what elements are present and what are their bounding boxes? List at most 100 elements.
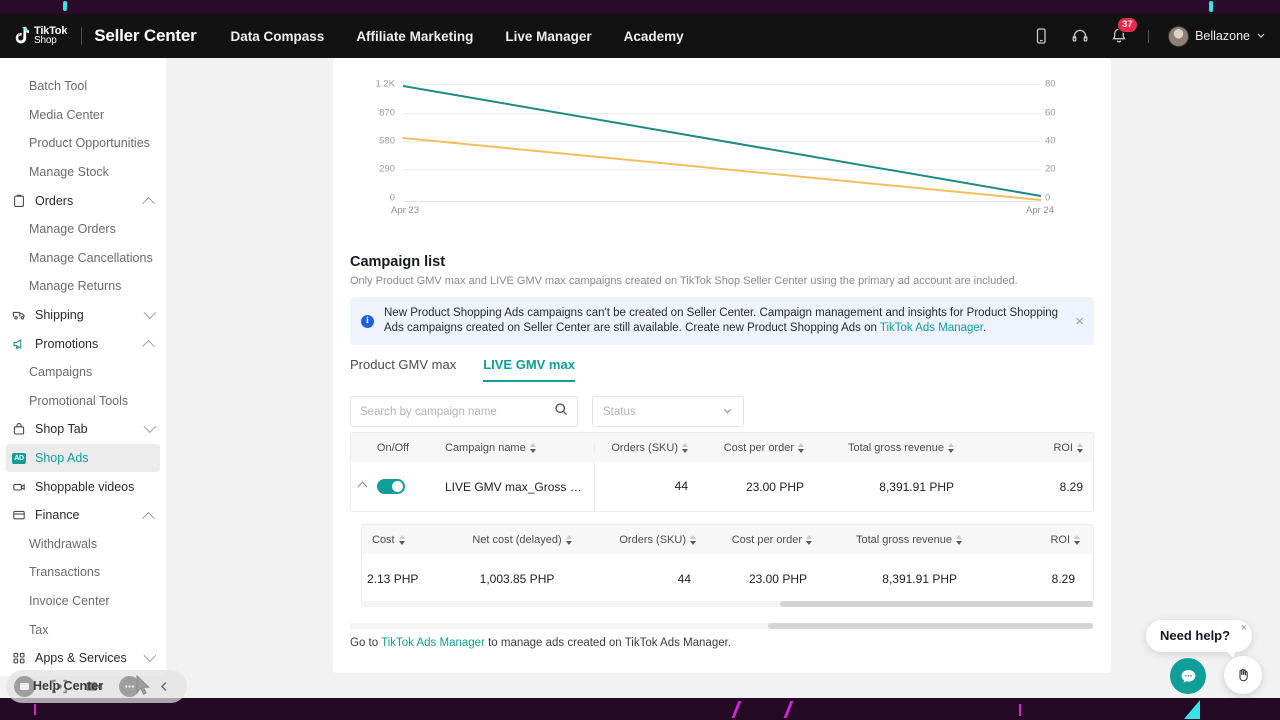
nav-link-academy[interactable]: Academy — [624, 29, 684, 44]
tiktok-shop-logo[interactable]: TikTok Shop — [12, 26, 67, 46]
help-center-icon[interactable] — [14, 676, 35, 697]
expand-row-icon[interactable] — [358, 482, 368, 492]
record-video-icon[interactable] — [84, 676, 105, 697]
detail-table-hscrollbar[interactable] — [780, 601, 1093, 607]
sidebar-item-finance[interactable]: Finance — [0, 501, 166, 530]
table-row[interactable]: LIVE GMV max_Gross revenue_... 44 23.00 … — [351, 462, 1093, 511]
cell-cost: 2.13 PHP — [361, 572, 437, 586]
sidebar-item-label: Orders — [35, 194, 144, 208]
sidebar-item-label: Shipping — [35, 308, 144, 322]
hand-icon[interactable] — [1224, 656, 1262, 694]
col-cost-per-order[interactable]: Cost per order — [698, 442, 814, 454]
col-campaign-name[interactable]: Campaign name — [435, 442, 594, 454]
cell-roi: 8.29 — [964, 480, 1093, 494]
col-net-cost-delayed[interactable]: Net cost (delayed) — [442, 534, 602, 546]
sidebar-item-manage-orders[interactable]: Manage Orders — [0, 215, 166, 244]
col-label: Campaign name — [445, 442, 526, 454]
sidebar-item-tax[interactable]: Tax — [0, 615, 166, 644]
sidebar-item-manage-cancellations[interactable]: Manage Cancellations — [0, 244, 166, 273]
y-tick-left: 0 — [349, 193, 395, 204]
sort-icon[interactable] — [956, 535, 962, 545]
col-total-gross-revenue[interactable]: Total gross revenue — [814, 442, 964, 454]
sidebar-item-shoppable-videos[interactable]: Shoppable videos — [0, 472, 166, 501]
sidebar-item-transactions[interactable]: Transactions — [0, 558, 166, 587]
sidebar-item-media-center[interactable]: Media Center — [0, 101, 166, 130]
chat-bubble-icon[interactable] — [1170, 658, 1206, 694]
sort-icon[interactable] — [690, 535, 696, 545]
sidebar-item-manage-returns[interactable]: Manage Returns — [0, 272, 166, 301]
y-tick-right: 0 — [1045, 193, 1091, 204]
close-icon[interactable]: × — [1241, 622, 1247, 634]
campaign-table-hscrollbar[interactable] — [768, 623, 1093, 629]
sort-icon[interactable] — [1074, 535, 1080, 545]
sidebar-item-shop-tab[interactable]: Shop Tab — [0, 415, 166, 444]
col-orders-sku[interactable]: Orders (SKU) — [602, 534, 706, 546]
tiktok-ads-manager-link[interactable]: TikTok Ads Manager — [880, 322, 983, 334]
sort-icon[interactable] — [566, 535, 572, 545]
campaign-on-off-toggle[interactable] — [377, 479, 405, 494]
collapse-left-icon[interactable] — [154, 676, 175, 697]
logo-divider — [81, 27, 82, 45]
search-input[interactable] — [360, 406, 554, 418]
sort-icon[interactable] — [948, 443, 954, 453]
col-roi[interactable]: ROI — [972, 534, 1090, 546]
sidebar-item-invoice-center[interactable]: Invoice Center — [0, 587, 166, 616]
sidebar-item-apps-services[interactable]: Apps & Services — [0, 644, 166, 673]
card-icon — [12, 508, 26, 522]
info-banner-text: New Product Shopping Ads campaigns can't… — [384, 306, 1067, 335]
sidebar-item-label: Manage Orders — [29, 222, 156, 236]
tab-product-gmv-max[interactable]: Product GMV max — [350, 357, 456, 382]
search-campaign-box[interactable] — [350, 396, 578, 427]
sidebar-item-label: Withdrawals — [29, 537, 156, 551]
banner-text-part2: . — [983, 322, 986, 334]
col-cost[interactable]: Cost — [362, 534, 442, 546]
mouse-cursor — [136, 675, 153, 696]
col-total-gross-revenue[interactable]: Total gross revenue — [822, 534, 972, 546]
table-row[interactable]: 2.13 PHP 1,003.85 PHP 44 23.00 PHP 8,391… — [362, 554, 1093, 603]
col-roi[interactable]: ROI — [964, 442, 1093, 454]
sidebar-item-shop-ads[interactable]: AD Shop Ads — [6, 444, 160, 473]
sidebar-item-promotions[interactable]: Promotions — [0, 329, 166, 358]
cell-orders-sku: 44 — [597, 572, 701, 586]
headset-icon[interactable] — [1070, 26, 1090, 46]
cell-total-gross-revenue: 8,391.91 PHP — [817, 572, 967, 586]
sidebar-item-promotional-tools[interactable]: Promotional Tools — [0, 387, 166, 416]
nav-link-data-compass[interactable]: Data Compass — [231, 29, 325, 44]
bell-icon[interactable]: 37 — [1109, 26, 1129, 46]
x-tick-label: Apr 24 — [1026, 205, 1054, 216]
need-help-bubble[interactable]: Need help? × — [1146, 620, 1252, 652]
sidebar-item-label: Batch Tool — [29, 79, 156, 93]
sidebar-item-orders[interactable]: Orders — [0, 186, 166, 215]
nav-link-live-manager[interactable]: Live Manager — [505, 29, 591, 44]
sidebar-item-batch-tool[interactable]: Batch Tool — [0, 72, 166, 101]
sort-icon[interactable] — [530, 443, 536, 453]
search-icon[interactable] — [554, 402, 568, 421]
tiktok-ads-manager-link[interactable]: TikTok Ads Manager — [381, 637, 485, 649]
sidebar-item-label: Product Opportunities — [29, 136, 156, 150]
sort-icon[interactable] — [798, 443, 804, 453]
status-filter-dropdown[interactable]: Status — [592, 396, 744, 427]
screenshot-icon[interactable] — [49, 676, 70, 697]
sort-icon[interactable] — [1077, 443, 1083, 453]
sidebar-item-product-opportunities[interactable]: Product Opportunities — [0, 129, 166, 158]
table-header-row: On/Off Campaign name Orders (SKU) Cost p… — [351, 433, 1093, 462]
nav-link-affiliate-marketing[interactable]: Affiliate Marketing — [356, 29, 473, 44]
sort-icon[interactable] — [682, 443, 688, 453]
logo-wordmark: TikTok Shop — [34, 26, 67, 46]
col-label: Total gross revenue — [848, 442, 944, 454]
recording-frame-bottom — [0, 698, 1280, 720]
col-orders-sku[interactable]: Orders (SKU) — [594, 442, 698, 454]
account-menu[interactable]: Bellazone — [1168, 26, 1266, 47]
seller-center-title[interactable]: Seller Center — [94, 26, 196, 46]
tab-live-gmv-max[interactable]: LIVE GMV max — [483, 357, 575, 382]
sidebar-item-campaigns[interactable]: Campaigns — [0, 358, 166, 387]
sidebar-item-withdrawals[interactable]: Withdrawals — [0, 530, 166, 559]
sidebar-item-manage-stock[interactable]: Manage Stock — [0, 158, 166, 187]
sidebar-item-shipping[interactable]: Shipping — [0, 301, 166, 330]
mobile-icon[interactable] — [1031, 26, 1051, 46]
close-icon[interactable]: × — [1075, 314, 1084, 329]
sort-icon[interactable] — [399, 535, 405, 545]
sort-icon[interactable] — [806, 535, 812, 545]
col-cost-per-order[interactable]: Cost per order — [706, 534, 822, 546]
status-filter-label: Status — [603, 406, 722, 418]
